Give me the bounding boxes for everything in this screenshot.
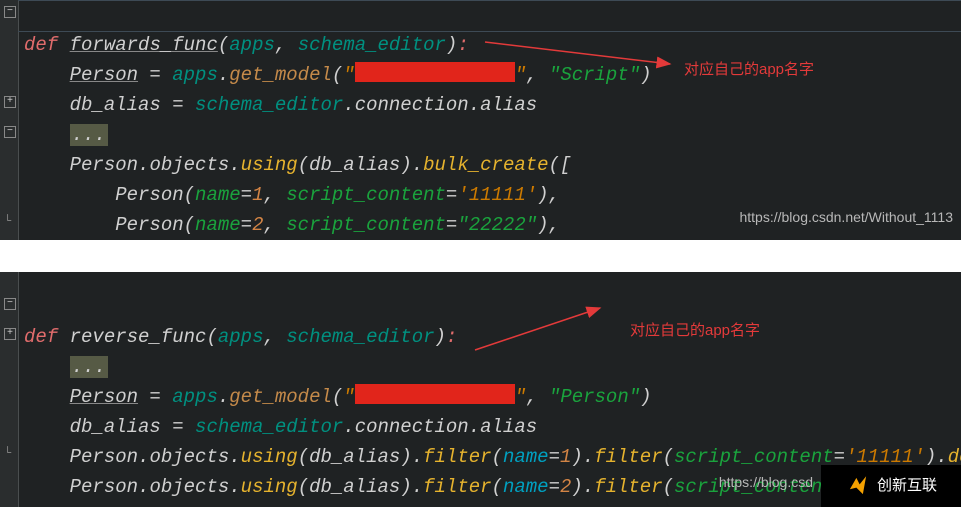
method-using: using [241,476,298,498]
method-filter: filter [594,446,662,468]
var-person: Person [70,64,138,86]
fold-plus-icon[interactable]: + [4,96,16,108]
fold-minus-icon[interactable]: − [4,126,16,138]
ref-apps: apps [172,386,218,408]
method-bulk-create: bulk_create [423,154,548,176]
kwarg-name: name [195,214,241,236]
param-apps: apps [218,326,264,348]
keyword-def: def [24,326,58,348]
method-get-model: get_model [229,64,332,86]
gutter: − + └ [0,272,19,507]
prop-alias: alias [480,416,537,438]
gutter: − + − └ [0,0,19,240]
kwarg-name: name [503,446,549,468]
keyword-def: def [24,34,58,56]
prop-connection: connection [355,94,469,116]
function-name: reverse_func [70,326,207,348]
brand-logo: 创新互联 [821,465,961,507]
class-person: Person [115,184,183,206]
num-1: 1 [252,184,263,206]
method-get-model: get_model [229,386,332,408]
annotation-text: 对应自己的app名字 [630,316,760,346]
var-person: Person [70,446,138,468]
attr-objects: objects [149,476,229,498]
prop-connection: connection [355,416,469,438]
num-2: 2 [560,476,571,498]
attr-objects: objects [149,154,229,176]
param-schema-editor: schema_editor [286,326,434,348]
logo-mark-icon [845,473,871,499]
string-person: "Person" [549,386,640,408]
fold-minus-icon[interactable]: − [4,298,16,310]
watermark-text: https://blog.csd [719,467,813,497]
kwarg-script-content: script_content [286,184,446,206]
var-person: Person [70,386,138,408]
kwarg-script-content: script_content [674,446,834,468]
pane-gap [0,240,961,272]
num-1: 1 [560,446,571,468]
kwarg-name: name [503,476,549,498]
var-person: Person [70,154,138,176]
annotation-text: 对应自己的app名字 [684,55,814,85]
method-filter: filter [423,446,491,468]
annotation-arrow-icon [480,34,680,84]
ellipsis-marker: ... [70,124,108,146]
kwarg-name: name [195,184,241,206]
var-person: Person [70,476,138,498]
class-person: Person [115,214,183,236]
ref-schema-editor: schema_editor [195,416,343,438]
kwarg-script-content: script_content [286,214,446,236]
method-filter: filter [594,476,662,498]
function-name: forwards_func [70,34,218,56]
method-using: using [241,154,298,176]
arg-db-alias: db_alias [309,154,400,176]
prop-alias: alias [480,94,537,116]
ellipsis-marker: ... [70,356,108,378]
method-using: using [241,446,298,468]
var-db-alias: db_alias [70,416,161,438]
annotation-arrow-icon [470,300,620,360]
bottom-code-pane: − + └ def reverse_func(apps, schema_edit… [0,272,961,507]
fold-end-icon: └ [4,216,14,226]
watermark-text: https://blog.csdn.net/Without_1113 [739,202,953,232]
method-filter: filter [423,476,491,498]
redacted-app-name [355,384,515,404]
arg-db-alias: db_alias [309,476,400,498]
logo-text: 创新互联 [877,471,937,501]
fold-end-icon: └ [4,448,14,458]
fold-minus-icon[interactable]: − [4,6,16,18]
arg-db-alias: db_alias [309,446,400,468]
ref-schema-editor: schema_editor [195,94,343,116]
param-apps: apps [229,34,275,56]
ref-apps: apps [172,64,218,86]
num-2: 2 [252,214,263,236]
string-22222: "22222" [457,214,537,236]
fold-plus-icon[interactable]: + [4,328,16,340]
string-11111: '11111' [457,184,537,206]
attr-objects: objects [149,446,229,468]
param-schema-editor: schema_editor [298,34,446,56]
top-code-pane: − + − └ def forwards_func(apps, schema_e… [0,0,961,240]
var-db-alias: db_alias [70,94,161,116]
